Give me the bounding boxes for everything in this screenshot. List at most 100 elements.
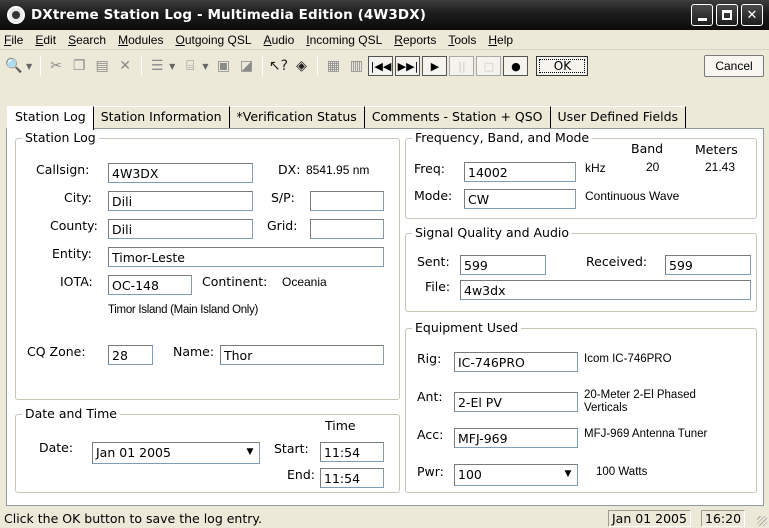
menu-modules[interactable]: Modules [112,33,169,47]
menu-audio-access: A [263,32,272,47]
mode-input[interactable]: CW [464,189,576,209]
chevron-down-icon[interactable]: ▼ [560,466,576,482]
chevron-down-icon[interactable]: ▼ [169,62,175,71]
callsign-input[interactable]: 4W3DX [108,163,253,183]
maximize-button[interactable] [716,4,738,26]
ant-input[interactable]: 2-El PV [454,392,578,412]
sent-input[interactable]: 599 [460,255,546,275]
tab-user-defined-fields[interactable]: User Defined Fields [550,106,687,128]
menu-bar: File Edit Search Modules Outgoing QSL Au… [0,30,769,50]
menu-audio[interactable]: Audio [258,33,301,47]
sp-input[interactable] [310,191,384,211]
fast-forward-button[interactable]: ▶▶| [395,56,421,76]
pause-button[interactable]: || [449,56,475,76]
menu-incoming-qsl-label: ncoming QSL [309,32,383,47]
toolbar-separator [141,56,143,76]
county-input[interactable]: Dili [108,219,253,239]
window-controls: ✕ [691,4,763,26]
window-title: DXtreme Station Log - Multimedia Edition… [31,7,426,23]
menu-help[interactable]: Help [482,33,519,47]
cq-zone-input[interactable]: 28 [108,345,153,365]
iota-label: IOTA: [60,274,93,289]
tab-station-information[interactable]: Station Information [93,106,230,128]
freq-input[interactable]: 14002 [464,162,576,182]
rig-label: Rig: [417,351,442,366]
menu-edit[interactable]: Edit [29,33,62,47]
record-list-icon[interactable]: ▦ [322,55,344,77]
list-icon[interactable]: ☰ [146,55,168,77]
cancel-button[interactable]: Cancel [704,55,764,77]
meters-header: Meters [695,142,738,157]
rewind-button[interactable]: |◀◀ [368,56,394,76]
chevron-down-icon[interactable]: ▼ [242,444,258,460]
end-time-input[interactable]: 11:54 [320,468,384,488]
menu-reports[interactable]: Reports [388,33,442,47]
binoculars-icon[interactable]: 🔍 [3,55,25,77]
pwr-select[interactable]: 100 ▼ [454,464,578,486]
ok-button[interactable]: OK [536,56,589,76]
menu-reports-label: eports [402,32,437,47]
freq-label: Freq: [414,161,445,176]
record-icon: ● [511,59,521,73]
date-select[interactable]: Jan 01 2005 ▼ [92,442,260,464]
play-icon: ▶ [430,59,440,73]
menu-outgoing-qsl[interactable]: Outgoing QSL [169,33,257,47]
station-log-legend: Station Log [22,130,99,145]
city-label: City: [64,190,92,205]
menu-search[interactable]: Search [62,33,112,47]
play-button[interactable]: ▶ [422,56,448,76]
rig-input[interactable]: IC-746PRO [454,352,578,372]
app-icon[interactable] [7,6,25,24]
received-label: Received: [586,254,648,269]
title-bar[interactable]: DXtreme Station Log - Multimedia Edition… [0,0,769,30]
tab-station-log[interactable]: Station Log [7,106,94,130]
paste-icon[interactable]: ▤ [91,55,113,77]
pwr-description: 100 Watts [596,466,648,478]
equipment-group: Equipment Used Rig: IC-746PRO Icom IC-74… [405,320,757,493]
stop-button[interactable]: □ [476,56,502,76]
computer-icon[interactable]: ⌸ [179,55,201,77]
date-value: Jan 01 2005 [96,445,171,460]
window-icon[interactable]: ▣ [212,55,234,77]
iota-description: Timor Island (Main Island Only) [108,304,259,316]
maximize-icon [722,10,732,20]
chevron-down-icon[interactable]: ▼ [26,62,32,71]
name-input[interactable]: Thor [220,345,384,365]
menu-incoming-qsl[interactable]: Incoming QSL [300,33,388,47]
city-input[interactable]: Dili [108,191,253,211]
menu-modules-label: odules [128,32,164,47]
minimize-button[interactable] [691,4,713,26]
menu-file[interactable]: File [0,33,29,47]
received-input[interactable]: 599 [665,255,751,275]
delete-icon[interactable]: ✕ [114,55,136,77]
close-button[interactable]: ✕ [741,4,763,26]
copy-icon[interactable]: ❐ [68,55,90,77]
grid-input[interactable] [310,219,384,239]
menu-search-access: S [68,32,77,47]
tab-comments[interactable]: Comments - Station + QSO [364,106,551,128]
tab-verification-status[interactable]: *Verification Status [229,106,365,128]
toolbar-separator [262,56,264,76]
signal-legend: Signal Quality and Audio [412,225,573,240]
toolbar: 🔍 ▼ ✂ ❐ ▤ ✕ ☰ ▼ ⌸ ▼ ▣ ◪ ↖? ◈ ▦ ▥ |◀◀ ▶▶|… [0,51,769,81]
resize-grip-icon[interactable] [757,516,767,526]
chevron-down-icon[interactable]: ▼ [202,62,208,71]
sp-label: S/P: [271,190,295,205]
eraser-icon[interactable]: ◪ [235,55,257,77]
start-time-input[interactable]: 11:54 [320,442,384,462]
status-message: Click the OK button to save the log entr… [4,510,262,526]
frequency-group: Frequency, Band, and Mode Band Meters Fr… [405,130,757,219]
cut-icon[interactable]: ✂ [45,55,67,77]
acc-input[interactable]: MFJ-969 [454,428,578,448]
iota-input[interactable]: OC-148 [108,275,192,295]
record-grid-icon[interactable]: ▥ [345,55,367,77]
tab-strip: Station Log Station Information *Verific… [7,106,687,130]
acc-label: Acc: [417,427,444,442]
date-label: Date: [39,440,74,455]
file-input[interactable]: 4w3dx [460,280,751,300]
menu-tools[interactable]: Tools [442,33,482,47]
entity-input[interactable]: Timor-Leste [108,247,384,267]
record-button[interactable]: ● [503,56,529,76]
diamond-icon[interactable]: ◈ [290,55,312,77]
help-pointer-icon[interactable]: ↖? [267,55,289,77]
